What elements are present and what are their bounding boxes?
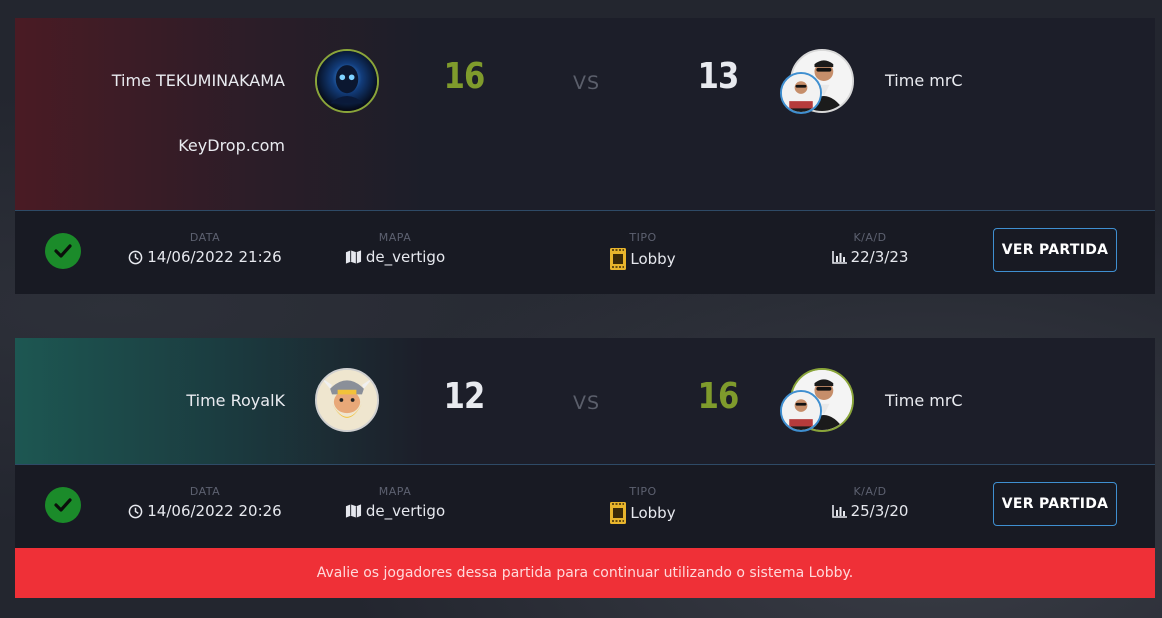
ticket-icon xyxy=(610,502,627,524)
match-header: Time TEKUMINAKAMA KeyDrop.com 16 VS 13 T… xyxy=(15,18,1155,211)
match-card: Time RoyalK 12 VS 16 Time mrC DATA 14/06… xyxy=(15,338,1155,598)
team-right-score: 13 xyxy=(697,56,740,97)
match-card: Time TEKUMINAKAMA KeyDrop.com 16 VS 13 T… xyxy=(15,18,1155,294)
kad-label: K/A/D xyxy=(853,485,887,498)
kad-label: K/A/D xyxy=(853,231,887,244)
date-label: DATA xyxy=(189,485,221,498)
date-value: 14/06/2022 21:26 xyxy=(147,248,282,266)
clock-icon xyxy=(128,504,143,518)
type-label: TIPO xyxy=(629,231,657,244)
clock-icon xyxy=(128,250,143,264)
map-label: MAPA xyxy=(378,231,412,244)
check-circle-icon xyxy=(45,487,81,523)
team-left-organization: KeyDrop.com xyxy=(178,136,285,155)
map-label: MAPA xyxy=(378,485,412,498)
team-left-avatar-image xyxy=(317,51,377,111)
date-value: 14/06/2022 20:26 xyxy=(147,502,282,520)
match-header: Time RoyalK 12 VS 16 Time mrC xyxy=(15,338,1155,465)
view-match-button[interactable]: VER PARTIDA xyxy=(993,228,1117,272)
team-left-avatar[interactable] xyxy=(315,49,379,113)
ticket-icon xyxy=(610,248,627,270)
player-avatar-image xyxy=(782,392,820,430)
match-date: DATA 14/06/2022 20:26 xyxy=(105,485,305,523)
team-right-score: 16 xyxy=(697,376,740,417)
team-left-score: 16 xyxy=(443,56,486,97)
bar-chart-icon xyxy=(831,250,847,264)
match-type: TIPO Lobby xyxy=(543,231,743,274)
map-icon xyxy=(345,250,361,264)
match-kad: K/A/D 22/3/23 xyxy=(770,231,970,268)
team-left-score: 12 xyxy=(443,376,486,417)
date-label: DATA xyxy=(189,231,221,244)
type-value: Lobby xyxy=(630,250,676,268)
player-avatar[interactable] xyxy=(780,72,822,114)
team-left-name: Time TEKUMINAKAMA xyxy=(111,71,285,90)
vs-label: VS xyxy=(573,392,601,414)
match-type: TIPO Lobby xyxy=(543,485,743,528)
team-right-name: Time mrC xyxy=(885,391,963,410)
team-left-avatar[interactable] xyxy=(315,368,379,432)
match-map: MAPA de_vertigo xyxy=(295,231,495,268)
match-map: MAPA de_vertigo xyxy=(295,485,495,522)
type-label: TIPO xyxy=(629,485,657,498)
kad-value: 25/3/20 xyxy=(850,502,909,520)
map-value: de_vertigo xyxy=(365,502,446,520)
team-right-name: Time mrC xyxy=(885,71,963,90)
player-avatar-image xyxy=(782,74,820,112)
vs-label: VS xyxy=(573,72,601,94)
match-info-bar: DATA 14/06/2022 20:26 MAPA de_vertigo TI… xyxy=(15,465,1155,548)
kad-value: 22/3/23 xyxy=(850,248,909,266)
match-kad: K/A/D 25/3/20 xyxy=(770,485,970,522)
type-value: Lobby xyxy=(630,504,676,522)
team-left-avatar-image xyxy=(317,370,377,430)
player-avatar[interactable] xyxy=(780,390,822,432)
bar-chart-icon xyxy=(831,504,847,518)
view-match-button[interactable]: VER PARTIDA xyxy=(993,482,1117,526)
map-icon xyxy=(345,504,361,518)
check-circle-icon xyxy=(45,233,81,269)
rate-players-alert[interactable]: Avalie os jogadores dessa partida para c… xyxy=(15,548,1155,598)
team-left-name: Time RoyalK xyxy=(186,391,285,410)
match-info-bar: DATA 14/06/2022 21:26 MAPA de_vertigo TI… xyxy=(15,211,1155,294)
map-value: de_vertigo xyxy=(365,248,446,266)
match-date: DATA 14/06/2022 21:26 xyxy=(105,231,305,269)
